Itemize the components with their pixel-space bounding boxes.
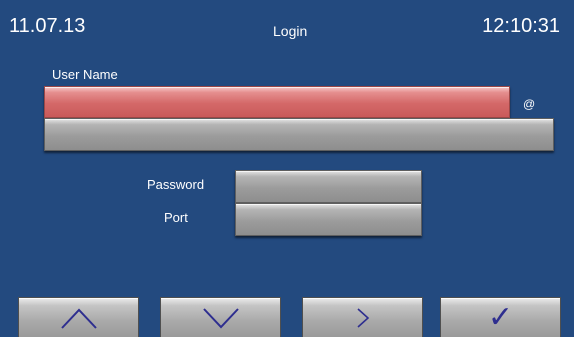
up-button[interactable] (18, 297, 139, 337)
checkmark-icon: ✓ (487, 299, 514, 335)
at-symbol-label: @ (523, 97, 536, 111)
port-field[interactable] (235, 203, 422, 236)
domain-field[interactable] (44, 118, 554, 151)
time-display: 12:10:31 (482, 15, 560, 37)
date-display: 11.07.13 (9, 15, 86, 37)
chevron-right-icon (356, 307, 369, 328)
chevron-up-icon (60, 308, 97, 329)
password-label: Password (147, 177, 205, 192)
user-name-field[interactable] (44, 86, 510, 118)
user-name-label: User Name (52, 67, 118, 82)
chevron-down-icon (202, 307, 239, 328)
down-button[interactable] (160, 297, 281, 337)
next-button[interactable] (302, 297, 423, 337)
login-screen: 11.07.13 Login 12:10:31 User Name @ Pass… (0, 0, 574, 337)
port-label: Port (164, 210, 188, 225)
password-field[interactable] (235, 170, 422, 203)
page-title: Login (273, 23, 308, 39)
confirm-button[interactable]: ✓ (440, 297, 561, 337)
